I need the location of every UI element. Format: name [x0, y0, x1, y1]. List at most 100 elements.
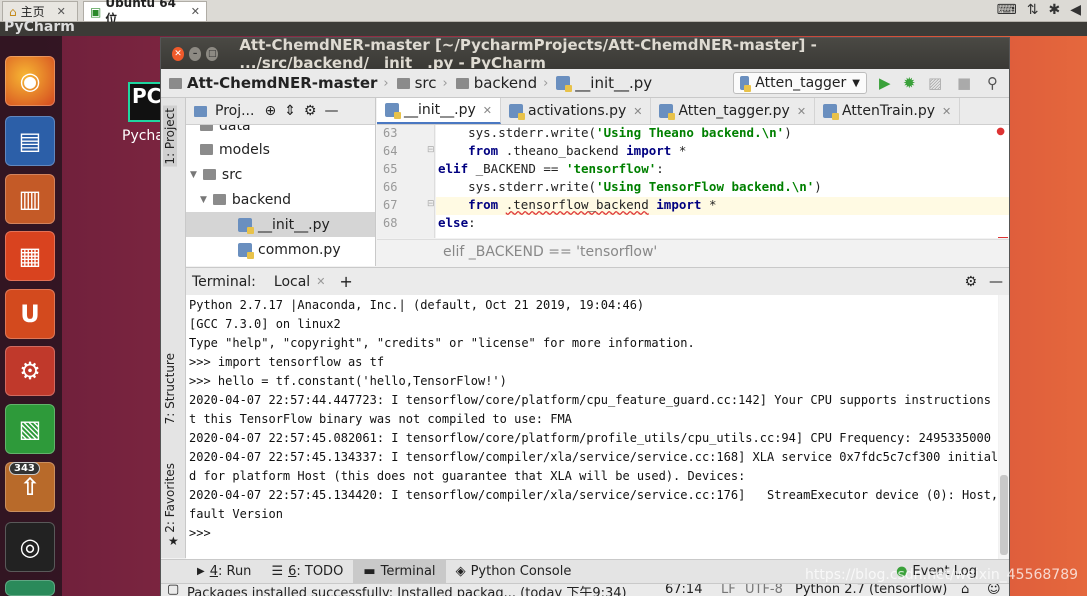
- terminal-line: fault Version: [189, 507, 283, 521]
- project-tool-tab[interactable]: 1: Project: [163, 106, 177, 167]
- tree-item-backend[interactable]: ▼ backend: [186, 187, 375, 212]
- coverage-icon[interactable]: ▨: [928, 74, 942, 92]
- crumb-project[interactable]: Att-ChemdNER-master: [169, 74, 377, 92]
- python-interpreter[interactable]: Python 2.7 (tensorflow): [795, 584, 947, 596]
- run-icon[interactable]: ▶: [879, 74, 891, 92]
- status-message[interactable]: Packages installed successfully: Install…: [187, 584, 627, 596]
- impress-icon[interactable]: ▥: [5, 174, 55, 224]
- code-editor[interactable]: sys.stderr.write('Using Theano backend.\…: [436, 125, 1009, 238]
- terminal-output[interactable]: Python 2.7.17 |Anaconda, Inc.| (default,…: [186, 295, 998, 559]
- hide-icon[interactable]: —: [989, 274, 1003, 290]
- status-icon[interactable]: ▢: [167, 584, 179, 596]
- collapse-icon[interactable]: ⇕: [284, 103, 296, 119]
- crumb-backend[interactable]: backend: [455, 74, 537, 92]
- run-tool-button[interactable]: ▶ 4: Run: [161, 560, 261, 584]
- host-tab-ubuntu[interactable]: ▣ Ubuntu 64 位 ✕: [83, 0, 207, 26]
- code-token: :: [468, 215, 476, 230]
- expand-arrow-icon[interactable]: ▼: [200, 195, 207, 205]
- favorites-tool-tab[interactable]: 2: Favorites: [163, 463, 177, 533]
- close-icon[interactable]: ✕: [797, 105, 806, 118]
- close-icon[interactable]: ✕: [316, 275, 325, 288]
- close-icon[interactable]: ✕: [191, 5, 200, 18]
- search-icon[interactable]: ⚲: [987, 74, 998, 92]
- error-marker-icon[interactable]: ●: [996, 126, 1005, 137]
- tab-label: activations.py: [527, 103, 627, 119]
- terminal-tool-label: Terminal: [380, 564, 436, 579]
- code-token: :: [656, 161, 664, 176]
- code-line-63: sys.stderr.write('Using Theano backend.\…: [436, 125, 1009, 143]
- tree-item-label: common.py: [258, 241, 341, 258]
- tab-activations-py[interactable]: activations.py ✕: [501, 98, 652, 124]
- close-icon[interactable]: ✕: [483, 104, 492, 117]
- line-number: 66: [383, 180, 398, 194]
- terminal-tab-local[interactable]: Local: [274, 274, 310, 290]
- line-number: 65: [383, 162, 398, 176]
- lock-icon[interactable]: ⌂: [961, 584, 969, 596]
- window-minimize-button[interactable]: –: [189, 46, 202, 61]
- file-encoding[interactable]: UTF-8: [745, 584, 783, 596]
- code-token: import: [626, 143, 672, 158]
- window-close-button[interactable]: ✕: [172, 46, 185, 61]
- crumb-src[interactable]: src: [396, 74, 437, 92]
- structure-tool-tab[interactable]: 7: Structure: [163, 353, 177, 424]
- debug-icon[interactable]: ✹: [903, 74, 916, 92]
- close-icon[interactable]: ✕: [633, 105, 642, 118]
- keyboard-icon[interactable]: ⌨: [997, 2, 1017, 18]
- terminal-line: t this TensorFlow binary was not compile…: [189, 412, 572, 426]
- ubuntu-one-icon[interactable]: U: [5, 289, 55, 339]
- editor-breadcrumb[interactable]: elif _BACKEND == 'tensorflow': [377, 239, 1009, 265]
- terminal-tool-button[interactable]: ▬ Terminal: [353, 559, 446, 584]
- inspector-icon[interactable]: ☺: [987, 584, 1001, 596]
- terminal-launcher-icon[interactable]: [5, 580, 55, 596]
- tab-atten-tagger-py[interactable]: Atten_tagger.py ✕: [651, 98, 816, 124]
- gear-icon[interactable]: ⚙: [304, 103, 317, 119]
- fold-icon[interactable]: ⊟: [427, 145, 435, 155]
- hide-icon[interactable]: —: [324, 103, 338, 119]
- scrollbar-thumb[interactable]: [1000, 475, 1008, 555]
- code-token: ): [784, 125, 792, 140]
- error-stripe-mark[interactable]: [998, 237, 1008, 238]
- line-separator[interactable]: LF: [721, 584, 736, 596]
- software-center-icon[interactable]: ▦: [5, 231, 55, 281]
- window-maximize-button[interactable]: □: [206, 46, 219, 61]
- tree-item-init-py[interactable]: __init__.py: [186, 212, 375, 237]
- workspace-switcher-icon[interactable]: ▧: [5, 404, 55, 454]
- tree-item-models[interactable]: models: [186, 137, 375, 162]
- crumb-file[interactable]: __init__.py: [556, 74, 652, 92]
- code-token: 'tensorflow': [565, 161, 657, 176]
- firefox-icon[interactable]: ◉: [5, 56, 55, 106]
- project-view-select[interactable]: Proj...: [215, 103, 254, 119]
- terminal-line: Python 2.7.17 |Anaconda, Inc.| (default,…: [189, 298, 645, 312]
- update-icon[interactable]: ⇧ 343: [5, 462, 55, 512]
- stop-icon[interactable]: ■: [957, 74, 971, 92]
- run-configuration-select[interactable]: Atten_tagger ▼: [733, 72, 867, 94]
- tree-item-src[interactable]: ▼ src: [186, 162, 375, 187]
- tab-init-py[interactable]: __init__.py ✕: [377, 98, 501, 124]
- close-icon[interactable]: ✕: [942, 105, 951, 118]
- volume-icon[interactable]: ◀: [1070, 2, 1081, 18]
- code-line-64: from .theano_backend import *: [436, 143, 1009, 161]
- safe-icon[interactable]: ◎: [5, 522, 55, 572]
- gear-icon[interactable]: ⚙: [964, 274, 977, 290]
- python-console-tool-button[interactable]: ◈ Python Console: [446, 560, 582, 584]
- python-file-icon: [740, 76, 752, 92]
- settings-icon[interactable]: ⚙: [5, 346, 55, 396]
- caret-position[interactable]: 67:14: [665, 584, 702, 596]
- fold-icon[interactable]: ⊟: [427, 199, 435, 209]
- host-tab-home[interactable]: ⌂ 主页 ✕: [2, 1, 78, 21]
- line-number: 63: [383, 126, 398, 140]
- close-icon[interactable]: ✕: [57, 5, 66, 18]
- tab-attentrain-py[interactable]: AttenTrain.py ✕: [815, 98, 961, 124]
- pycharm-desktop-icon[interactable]: PC: [128, 82, 162, 122]
- bluetooth-icon[interactable]: ✱: [1048, 2, 1060, 18]
- terminal-header: Terminal: Local ✕ + ⚙ —: [186, 267, 1009, 295]
- network-icon[interactable]: ⇅: [1027, 2, 1039, 18]
- terminal-scrollbar[interactable]: [999, 295, 1009, 559]
- add-icon[interactable]: +: [339, 272, 352, 291]
- writer-icon[interactable]: ▤: [5, 116, 55, 166]
- tree-item-label: data: [219, 125, 251, 134]
- target-icon[interactable]: ⊕: [264, 103, 276, 119]
- expand-arrow-icon[interactable]: ▼: [190, 170, 197, 180]
- todo-tool-button[interactable]: ☰ 6: TODO: [261, 560, 353, 584]
- tree-item-common-py[interactable]: common.py: [186, 237, 375, 262]
